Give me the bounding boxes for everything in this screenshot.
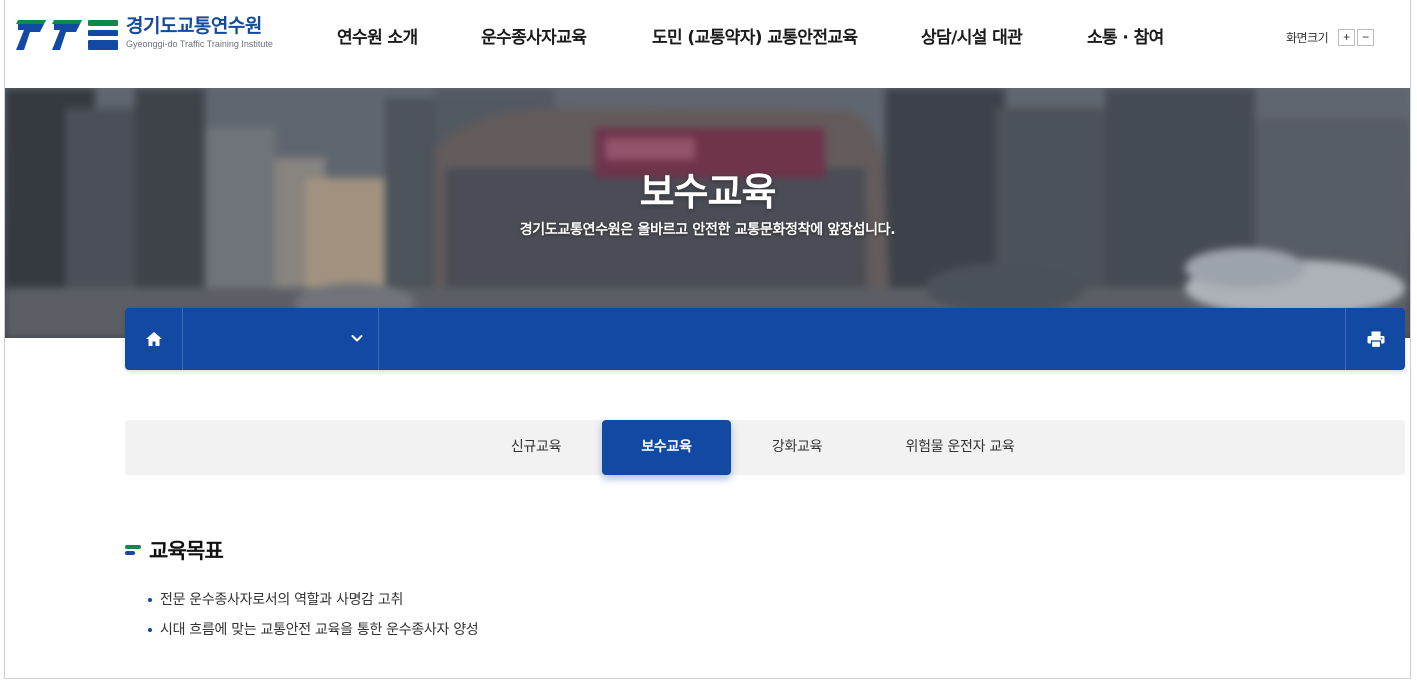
home-button[interactable] [125,308,183,370]
logo-korean: 경기도교통연수원 [126,15,262,37]
nav-item-community[interactable]: 소통 · 참여 [1087,24,1164,52]
font-size-label: 화면크기 [1286,31,1329,45]
heading-bullet-icon [125,543,141,557]
nav-item-about[interactable]: 연수원 소개 [337,24,418,52]
hero-banner: 보수교육 경기도교통연수원은 올바르고 안전한 교통문화정착에 앞장섭니다. [5,88,1410,338]
tab-enhanced-education[interactable]: 강화교육 [751,420,843,475]
section-title: 교육목표 [149,539,224,563]
home-icon [145,332,162,346]
location-dropdown[interactable] [183,308,379,370]
tab-refresher-education[interactable]: 보수교육 [602,420,731,475]
printer-icon [1367,331,1384,348]
font-size-control: 화면크기 + − [1286,29,1375,46]
logo-text: 경기도교통연수원 Gyeonggi-do Traffic Training In… [126,14,273,50]
nav-item-consult-rental[interactable]: 상담/시설 대관 [921,24,1023,52]
font-size-increase-button[interactable]: + [1338,29,1356,46]
page-title: 보수교육 [639,170,777,214]
list-item: 시대 흐름에 맞는 교통안전 교육을 통한 운수종사자 양성 [148,615,479,645]
font-size-decrease-button[interactable]: − [1357,29,1375,46]
tab-new-education[interactable]: 신규교육 [491,420,581,475]
list-item: 전문 운수종사자로서의 역할과 사명감 고취 [148,585,478,615]
goal-list: 전문 운수종사자로서의 역할과 사명감 고취 시대 흐름에 맞는 교통안전 교육… [148,585,479,645]
nav-item-citizen-safety-education[interactable]: 도민 (교통약자) 교통안전교육 [652,24,858,52]
hero-subtitle: 경기도교통연수원은 올바르고 안전한 교통문화정착에 앞장섭니다. [519,222,896,238]
sub-tabs: 신규교육 보수교육 강화교육 위험물 운전자 교육 [125,420,1405,475]
tab-hazmat-driver-education[interactable]: 위험물 운전자 교육 [885,420,1035,475]
chevron-down-icon [351,335,363,342]
site-logo[interactable]: 경기도교통연수원 Gyeonggi-do Traffic Training In… [16,14,286,58]
print-button[interactable] [1345,308,1405,370]
logo-english: Gyeonggi-do Traffic Training Institute [126,39,273,49]
page-frame: 경기도교통연수원 Gyeonggi-do Traffic Training In… [4,0,1411,679]
logo-mark-icon [16,20,118,50]
nav-item-driver-education[interactable]: 운수종사자교육 [481,24,587,52]
site-header: 경기도교통연수원 Gyeonggi-do Traffic Training In… [5,0,1410,88]
section-heading: 교육목표 [125,535,224,565]
location-bar [125,308,1405,370]
